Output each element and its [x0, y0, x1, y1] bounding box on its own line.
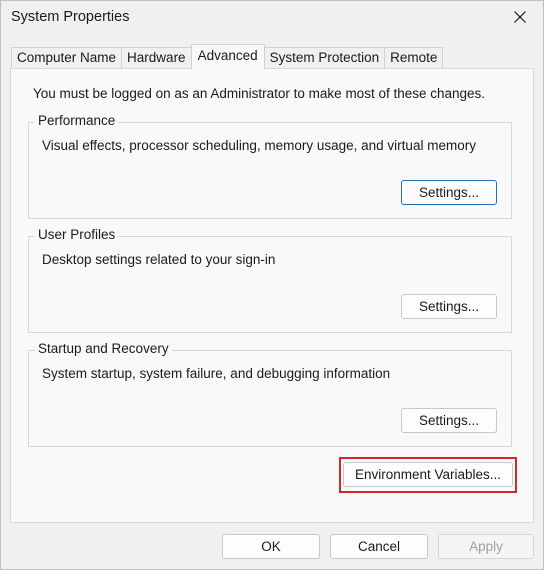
tab-system-protection[interactable]: System Protection [263, 47, 386, 69]
tab-remote[interactable]: Remote [384, 47, 444, 69]
startup-recovery-description: System startup, system failure, and debu… [42, 366, 391, 381]
window-title: System Properties [11, 9, 130, 25]
performance-label: Performance [35, 113, 119, 128]
title-bar: System Properties [1, 1, 543, 35]
tab-computer-name[interactable]: Computer Name [11, 47, 123, 69]
tab-advanced[interactable]: Advanced [190, 44, 265, 69]
environment-variables-button[interactable]: Environment Variables... [343, 462, 513, 487]
admin-note: You must be logged on as an Administrato… [33, 86, 486, 101]
tab-strip: Computer Name Hardware Advanced System P… [11, 44, 444, 69]
ok-button[interactable]: OK [222, 534, 320, 559]
user-profiles-description: Desktop settings related to your sign-in [42, 252, 276, 267]
startup-recovery-settings-button[interactable]: Settings... [401, 408, 497, 433]
startup-recovery-group: Startup and Recovery System startup, sys… [28, 341, 512, 447]
startup-recovery-label: Startup and Recovery [35, 341, 172, 356]
user-profiles-group: User Profiles Desktop settings related t… [28, 227, 512, 333]
performance-group: Performance Visual effects, processor sc… [28, 113, 512, 219]
apply-button[interactable]: Apply [438, 534, 534, 559]
user-profiles-label: User Profiles [35, 227, 119, 242]
close-button[interactable] [497, 1, 543, 33]
advanced-tab-panel: You must be logged on as an Administrato… [10, 68, 534, 523]
performance-description: Visual effects, processor scheduling, me… [42, 138, 476, 153]
system-properties-window: System Properties Computer Name Hardware… [0, 0, 544, 570]
cancel-button[interactable]: Cancel [330, 534, 428, 559]
performance-settings-button[interactable]: Settings... [401, 180, 497, 205]
user-profiles-settings-button[interactable]: Settings... [401, 294, 497, 319]
close-icon [514, 11, 526, 23]
tab-hardware[interactable]: Hardware [121, 47, 192, 69]
